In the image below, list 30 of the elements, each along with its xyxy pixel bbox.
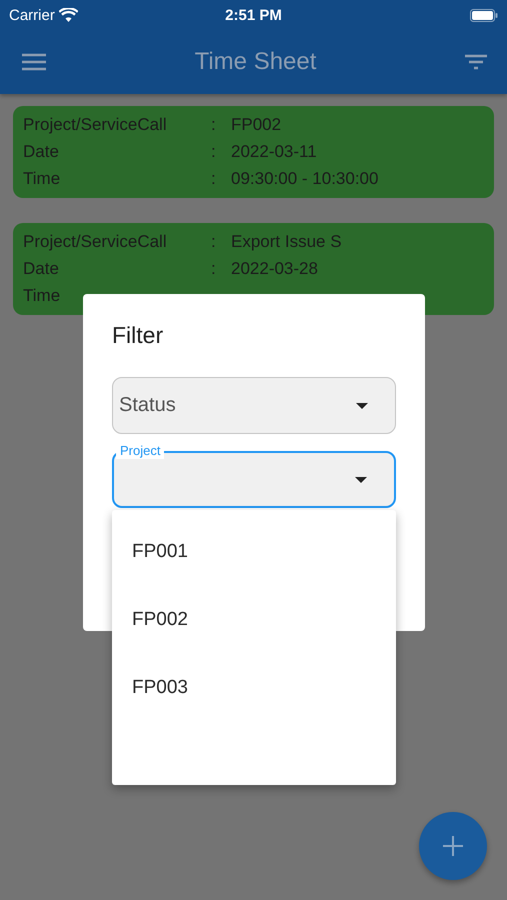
battery-icon	[470, 8, 498, 22]
field-label: Project/ServiceCall	[23, 115, 168, 135]
dialog-title: Filter	[112, 322, 164, 349]
screen-title: Time Sheet	[194, 48, 316, 76]
menu-option[interactable]: FP002	[112, 586, 396, 654]
colon-separator: :	[211, 142, 217, 162]
menu-option[interactable]: FP001	[112, 518, 396, 586]
field-label: Project/ServiceCall	[23, 232, 168, 252]
caret-icon	[355, 476, 367, 482]
colon-separator: :	[211, 115, 217, 135]
field-value: 2022-03-28	[231, 259, 319, 279]
wifi-icon	[58, 8, 78, 22]
menu-button[interactable]	[22, 53, 46, 71]
filter-button[interactable]	[464, 54, 487, 70]
field-value: Export Issue S	[231, 232, 343, 252]
carrier-label: Carrier	[9, 6, 55, 24]
colon-separator: :	[211, 169, 217, 189]
field-label: Time	[23, 286, 62, 306]
field-value: 09:30:00 - 10:30:00	[231, 169, 380, 189]
field-value: FP002	[231, 115, 282, 135]
field-label: Date	[23, 259, 60, 279]
colon-separator: :	[211, 232, 217, 252]
field-label: Time	[23, 169, 62, 189]
colon-separator: :	[211, 259, 217, 279]
caret-icon	[356, 402, 368, 408]
plus-icon	[443, 836, 463, 856]
field-value: 2022-03-11	[231, 142, 318, 162]
field-label: Date	[23, 142, 60, 162]
menu-option[interactable]: FP003	[112, 654, 396, 722]
clock-time: 2:51 PM	[225, 6, 282, 24]
